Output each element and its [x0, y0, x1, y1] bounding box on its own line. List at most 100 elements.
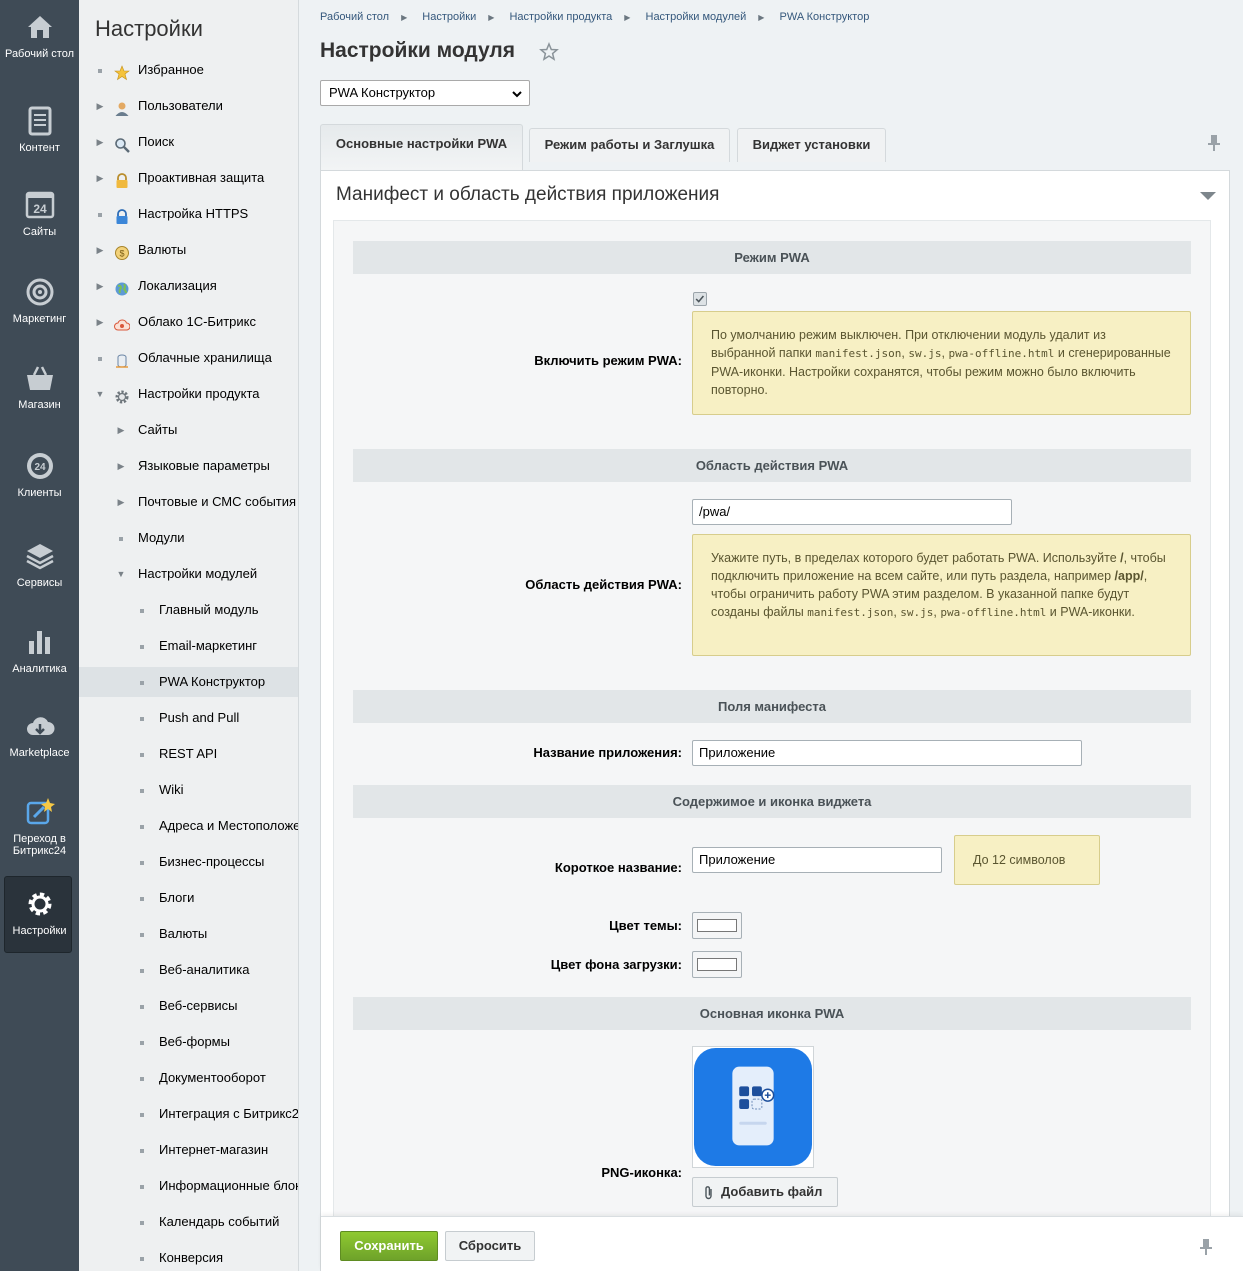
tree-item-favorites[interactable]: Избранное [79, 55, 298, 85]
tree-item-pwa-constructor[interactable]: PWA Конструктор [79, 667, 298, 697]
tree-item-email-marketing[interactable]: Email-маркетинг [79, 631, 298, 661]
tree-item-main-module[interactable]: Главный модуль [79, 595, 298, 625]
svg-text:24: 24 [33, 202, 47, 216]
rail-item-content[interactable]: Контент [0, 106, 79, 154]
lock-icon [114, 170, 130, 188]
breadcrumb-chevron-icon: ▶ [401, 13, 408, 22]
layers-icon [25, 541, 55, 571]
tree-item-b24-integration[interactable]: Интеграция с Битрикс24 [79, 1099, 298, 1129]
breadcrumb: Рабочий стол ▶ Настройки ▶ Настройки проду… [320, 11, 881, 23]
pin-icon[interactable] [1207, 134, 1221, 152]
page-title: Настройки модуля [320, 39, 516, 62]
tree-item-bitrix-cloud[interactable]: ▶ Облако 1С-Битрикс [79, 307, 298, 337]
section-pwa-mode: Режим PWA [353, 241, 1191, 274]
rail-item-shop[interactable]: Магазин [0, 363, 79, 411]
collapse-triangle-icon[interactable] [1199, 189, 1217, 204]
rail-item-sites[interactable]: 24 Сайты [0, 190, 79, 238]
add-file-button[interactable]: Добавить файл [692, 1177, 838, 1207]
tree-item-rest-api[interactable]: REST API [79, 739, 298, 769]
theme-color-picker[interactable] [692, 912, 742, 939]
settings-panel: Манифест и область действия приложения Р… [320, 170, 1230, 1271]
breadcrumb-product-settings[interactable]: Настройки продукта [509, 11, 612, 23]
breadcrumb-module-settings[interactable]: Настройки модулей [646, 11, 747, 23]
tree-item-calendar[interactable]: Календарь событий [79, 1207, 298, 1237]
cloud-download-icon [25, 711, 55, 741]
main-nav-rail: Рабочий стол Контент 24 Сайты Маркетинг … [0, 0, 79, 1271]
module-select[interactable]: PWA Конструктор [320, 80, 530, 106]
save-button[interactable]: Сохранить [340, 1231, 438, 1261]
tab-mode-stub[interactable]: Режим работы и Заглушка [529, 128, 730, 162]
tree-item-web-analytics[interactable]: Веб-аналитика [79, 955, 298, 985]
tree-item-localization[interactable]: ▶ Локализация [79, 271, 298, 301]
pwa-scope-input[interactable]: /pwa/ [692, 499, 1012, 525]
svg-text:24: 24 [34, 462, 46, 473]
https-lock-icon [114, 206, 130, 224]
theme-color-label: Цвет темы: [609, 918, 682, 933]
tree-item-conversion[interactable]: Конверсия [79, 1243, 298, 1271]
tree-item-module-settings[interactable]: ▼ Настройки модулей [79, 559, 298, 589]
enable-pwa-checkbox[interactable] [693, 292, 707, 306]
breadcrumb-chevron-icon: ▶ [624, 13, 631, 22]
tree-item-product-settings[interactable]: ▼ Настройки продукта [79, 379, 298, 409]
breadcrumb-settings[interactable]: Настройки [422, 11, 476, 23]
tree-item-web-services[interactable]: Веб-сервисы [79, 991, 298, 1021]
tree-item-locations[interactable]: Адреса и Местоположения [79, 811, 298, 841]
tree-item-blogs[interactable]: Блоги [79, 883, 298, 913]
tree-item-push-pull[interactable]: Push and Pull [79, 703, 298, 733]
section-main-icon: Основная иконка PWA [353, 997, 1191, 1030]
tree-item-eshop[interactable]: Интернет-магазин [79, 1135, 298, 1165]
tree-item-docflow[interactable]: Документооборот [79, 1063, 298, 1093]
rail-item-settings[interactable]: Настройки [0, 889, 79, 937]
bitrix24-transition-icon [25, 797, 55, 827]
reset-button[interactable]: Сбросить [445, 1231, 535, 1261]
breadcrumb-chevron-icon: ▶ [758, 13, 765, 22]
tree-item-currencies[interactable]: ▶ $ Валюты [79, 235, 298, 265]
tree-item-cloud-storage[interactable]: Облачные хранилища [79, 343, 298, 373]
tree-item-proactive[interactable]: ▶ Проактивная защита [79, 163, 298, 193]
favorite-star-icon[interactable] [539, 42, 559, 62]
tree-item-mail-sms[interactable]: ▶ Почтовые и СМС события [79, 487, 298, 517]
clients-24-icon: 24 [25, 451, 55, 481]
pin-icon[interactable] [1199, 1238, 1213, 1256]
rail-item-analytics[interactable]: Аналитика [0, 627, 79, 675]
tab-install-widget[interactable]: Виджет установки [737, 128, 886, 162]
settings-icon [114, 386, 130, 404]
breadcrumb-desktop[interactable]: Рабочий стол [320, 11, 389, 23]
tree-item-users[interactable]: ▶ Пользователи [79, 91, 298, 121]
tree-item-search[interactable]: ▶ Поиск [79, 127, 298, 157]
tab-main-pwa-settings[interactable]: Основные настройки PWA [320, 124, 523, 170]
tree-item-https[interactable]: Настройка HTTPS [79, 199, 298, 229]
rail-item-desktop[interactable]: Рабочий стол [0, 12, 79, 60]
breadcrumb-pwa[interactable]: PWA Конструктор [780, 11, 870, 23]
rail-item-marketplace[interactable]: Marketplace [0, 711, 79, 759]
tree-item-bizproc[interactable]: Бизнес-процессы [79, 847, 298, 877]
home-icon [25, 12, 55, 42]
tree-item-web-forms[interactable]: Веб-формы [79, 1027, 298, 1057]
tree-item-sites[interactable]: ▶ Сайты [79, 415, 298, 445]
tree-item-wiki[interactable]: Wiki [79, 775, 298, 805]
tree-item-language[interactable]: ▶ Языковые параметры [79, 451, 298, 481]
app-name-label: Название приложения: [533, 745, 682, 760]
pwa-scope-label: Область действия PWA: [525, 577, 682, 592]
breadcrumb-chevron-icon: ▶ [488, 13, 495, 22]
cloud-bitrix-icon [114, 314, 131, 331]
pwa-app-icon [693, 1047, 813, 1167]
rail-item-bitrix24[interactable]: Переход в Битрикс24 [0, 797, 79, 857]
chevron-down-icon [511, 85, 523, 109]
rail-item-services[interactable]: Сервисы [0, 541, 79, 589]
rail-item-marketing[interactable]: Маркетинг [0, 277, 79, 325]
coin-icon: $ [114, 242, 130, 260]
form-footer: Сохранить Сбросить [321, 1216, 1243, 1271]
rail-item-clients[interactable]: 24 Клиенты [0, 451, 79, 499]
tree-title: Настройки [95, 16, 203, 41]
section-pwa-scope: Область действия PWA [353, 449, 1191, 482]
bg-color-picker[interactable] [692, 951, 742, 978]
pwa-icon-preview [692, 1046, 814, 1168]
cloud-storage-icon [114, 350, 130, 368]
svg-text:$: $ [119, 249, 124, 259]
tree-item-modules[interactable]: Модули [79, 523, 298, 553]
tree-item-iblocks[interactable]: Информационные блоки [79, 1171, 298, 1201]
short-name-input[interactable]: Приложение [692, 847, 942, 873]
app-name-input[interactable]: Приложение [692, 740, 1082, 766]
tree-item-currency-module[interactable]: Валюты [79, 919, 298, 949]
